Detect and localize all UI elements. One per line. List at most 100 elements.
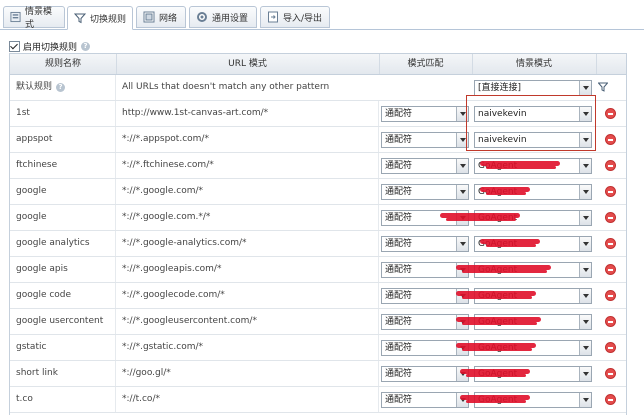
rule-url[interactable]: *://*.googleusercontent.com/* [116,309,379,334]
match-type-select[interactable]: 通配符 [381,262,469,278]
match-type-select[interactable]: 通配符 [381,184,469,200]
tab-bar: 情景模式 切换规则 网络 通用设置 导入/导出 [0,0,644,30]
match-type-value: 通配符 [385,291,413,301]
import-export-icon [268,11,278,23]
enable-switch-rules[interactable]: 启用切换规则 ? [9,40,91,53]
match-type-select[interactable]: 通配符 [381,340,469,356]
delete-icon[interactable] [605,186,616,197]
rule-name[interactable]: 1st [10,101,116,126]
tab-label: 切换规则 [90,14,127,25]
chevron-down-icon[interactable] [456,237,468,251]
delete-icon[interactable] [605,264,616,275]
column-header-url[interactable]: URL 模式 [116,54,380,74]
rule-url[interactable]: *://*.google.com/* [116,179,379,204]
rule-url[interactable]: http://www.1st-canvas-art.com/* [116,101,379,126]
rule-url[interactable]: *://*.appspot.com/* [116,127,379,152]
chevron-down-icon[interactable] [579,211,591,225]
match-type-select[interactable]: 通配符 [381,236,469,252]
tab-switch-rules[interactable]: 切换规则 [67,6,133,30]
chevron-down-icon[interactable] [579,289,591,303]
chevron-down-icon[interactable] [579,237,591,251]
redaction-scribble [486,192,526,195]
rule-url[interactable]: *://*.google-analytics.com/* [116,231,379,256]
rule-name[interactable]: google apis [10,257,116,282]
delete-icon[interactable] [605,368,616,379]
column-header-match[interactable]: 模式匹配 [379,54,473,74]
delete-icon[interactable] [605,316,616,327]
rule-name[interactable]: gstatic [10,335,116,360]
delete-icon[interactable] [605,108,616,119]
table-row: short link*://goo.gl/*通配符GoAgent [10,361,626,387]
chevron-down-icon[interactable] [579,159,591,173]
chevron-down-icon[interactable] [579,367,591,381]
rule-url[interactable]: *://*.gstatic.com/* [116,335,379,360]
tab-network[interactable]: 网络 [136,6,186,28]
tab-label: 导入/导出 [283,13,323,24]
delete-icon[interactable] [605,160,616,171]
rule-url[interactable]: *://*.google.com.*/* [116,205,379,230]
rule-name-text: 默认规则 [16,82,53,92]
match-type-value: 通配符 [385,265,413,275]
column-header-profile[interactable]: 情景模式 [472,54,597,74]
rule-url[interactable]: *://goo.gl/* [116,361,379,386]
default-profile-value: [直接连接] [478,83,522,93]
delete-icon[interactable] [605,212,616,223]
redaction-scribble [462,270,547,273]
table-row: gstatic*://*.gstatic.com/*通配符GoAgent [10,335,626,361]
filter-icon[interactable] [598,82,608,92]
chevron-down-icon[interactable] [579,393,591,407]
enable-checkbox[interactable] [9,41,20,52]
rule-name[interactable]: google code [10,283,116,308]
chevron-down-icon[interactable] [456,185,468,199]
filter-icon [74,13,86,24]
match-type-select[interactable]: 通配符 [381,288,469,304]
column-header-name[interactable]: 规则名称 [10,54,117,74]
rule-name[interactable]: t.co [10,387,116,412]
column-header-actions [596,54,626,74]
table-row: google*://*.google.com.*/*通配符GoAgent [10,205,626,231]
settings-icon [197,12,207,22]
chevron-down-icon[interactable] [579,81,591,95]
match-type-select[interactable]: 通配符 [381,314,469,330]
rule-name[interactable]: google [10,179,116,204]
tab-general-settings[interactable]: 通用设置 [189,6,257,28]
match-type-value: 通配符 [385,213,413,223]
rule-name[interactable]: google [10,205,116,230]
chevron-down-icon[interactable] [579,263,591,277]
rule-url[interactable]: *://*.ftchinese.com/* [116,153,379,178]
rule-name[interactable]: ftchinese [10,153,116,178]
rule-url[interactable]: *://t.co/* [116,387,379,412]
rule-name[interactable]: appspot [10,127,116,152]
match-type-select[interactable]: 通配符 [381,158,469,174]
chevron-down-icon[interactable] [579,341,591,355]
help-icon[interactable]: ? [81,42,91,51]
match-type-select[interactable]: 通配符 [381,132,469,148]
delete-icon[interactable] [605,394,616,405]
match-type-select[interactable]: 通配符 [381,366,469,382]
default-profile-select[interactable]: [直接连接] [474,80,592,96]
chevron-down-icon[interactable] [579,185,591,199]
redaction-scribble [466,374,526,377]
match-type-value: 通配符 [385,317,413,327]
match-type-value: 通配符 [385,395,413,405]
delete-icon[interactable] [605,342,616,353]
rule-name[interactable]: google usercontent [10,309,116,334]
delete-icon[interactable] [605,290,616,301]
tab-label: 情景模式 [25,7,53,30]
match-type-select[interactable]: 通配符 [381,106,469,122]
tab-profiles[interactable]: 情景模式 [3,6,65,30]
help-icon[interactable]: ? [56,83,66,92]
table-row: t.co*://t.co/*通配符GoAgent [10,387,626,413]
delete-icon[interactable] [605,238,616,249]
chevron-down-icon[interactable] [456,159,468,173]
rule-url[interactable]: *://*.googleapis.com/* [116,257,379,282]
redaction-scribble [466,400,526,403]
delete-icon[interactable] [605,134,616,145]
rule-name[interactable]: short link [10,361,116,386]
match-type-select[interactable]: 通配符 [381,392,469,408]
tab-import-export[interactable]: 导入/导出 [260,6,330,28]
rule-name[interactable]: google analytics [10,231,116,256]
profile-icon [10,11,21,23]
chevron-down-icon[interactable] [579,315,591,329]
rule-url[interactable]: *://*.googlecode.com/* [116,283,379,308]
